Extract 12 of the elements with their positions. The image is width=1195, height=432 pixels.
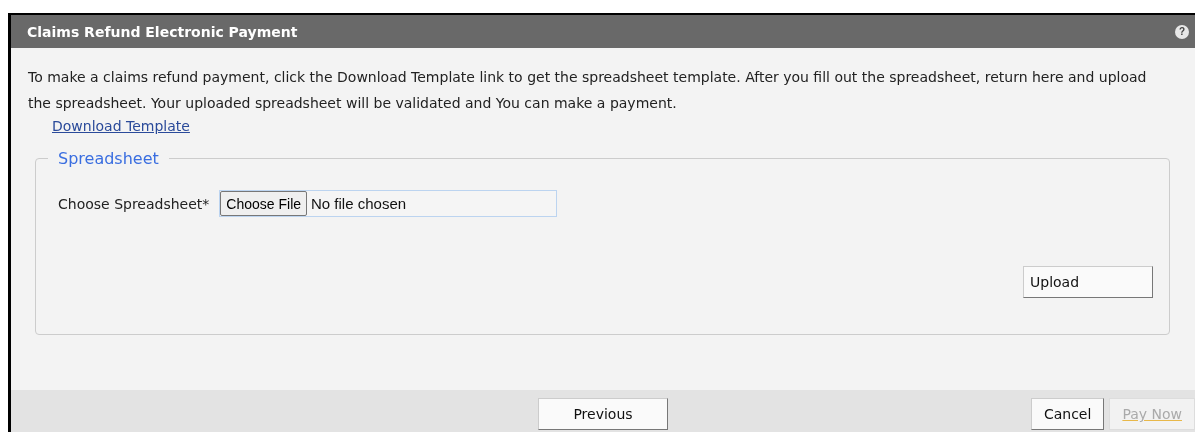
- file-input-field[interactable]: Choose File No file chosen: [219, 190, 558, 217]
- download-template-link[interactable]: Download Template: [52, 118, 190, 134]
- field-label: Choose Spreadsheet*: [58, 195, 210, 212]
- previous-button[interactable]: Previous: [538, 398, 668, 430]
- choose-file-button[interactable]: Choose File: [220, 191, 308, 216]
- upload-button[interactable]: Upload: [1023, 266, 1153, 298]
- help-button[interactable]: ?: [1175, 24, 1189, 39]
- panel-legend: Spreadsheet: [48, 149, 169, 168]
- file-status: No file chosen: [311, 195, 407, 212]
- cancel-button[interactable]: Cancel: [1030, 398, 1105, 430]
- window-title: Claims Refund Electronic Payment: [27, 23, 298, 40]
- instructions-text: To make a claims refund payment, click the Download Template link to get the spreadsheet template. After you fill out the spreadsheet, return here and upload the spreadsheet. Your uploaded spreadsheet will be validated and You can make a payment.: [28, 68, 1148, 113]
